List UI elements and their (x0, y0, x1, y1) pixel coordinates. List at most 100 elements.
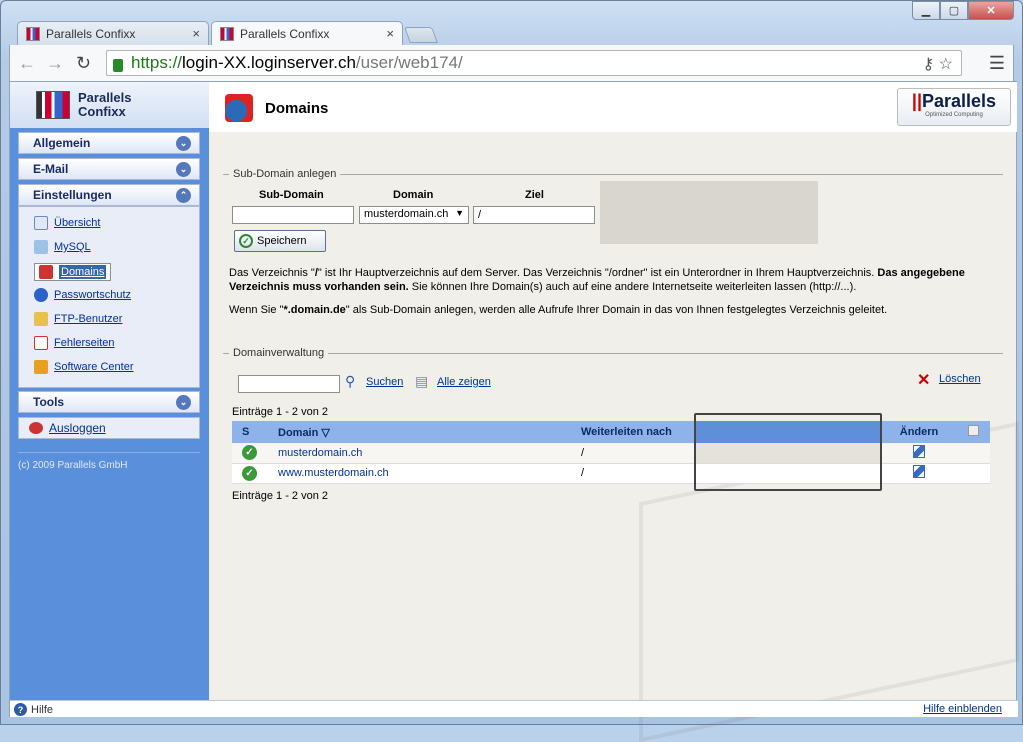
col-forward-label[interactable]: Weiterleiten nach (581, 426, 672, 438)
sidebar-item-domains[interactable]: Domains (34, 263, 112, 281)
domain-link[interactable]: musterdomain.ch (278, 447, 362, 459)
domain-link[interactable]: www.musterdomain.ch (278, 467, 389, 479)
tab-title: Parallels Confixx (240, 26, 330, 41)
col-domain-label[interactable]: Domain (278, 427, 318, 439)
search-link[interactable]: Suchen (366, 376, 403, 388)
secure-lock-icon (113, 58, 123, 72)
chevron-up-icon[interactable]: ⌃ (176, 188, 191, 203)
sidebar-item-software-center[interactable]: Software Center (34, 359, 133, 375)
domain-cell: musterdomain.ch (278, 443, 581, 464)
sidebar-item-label[interactable]: FTP-Benutzer (54, 313, 122, 325)
sort-desc-icon[interactable]: ▽ (321, 427, 329, 439)
edit-cell (882, 463, 956, 484)
maximize-button[interactable]: ▢ (940, 1, 968, 20)
section-tools[interactable]: Tools ⌄ (18, 391, 200, 413)
search-input[interactable] (238, 375, 340, 393)
sidebar-item-label[interactable]: Fehlerseiten (54, 337, 115, 349)
section-einstellungen[interactable]: Einstellungen ⌃ (18, 184, 200, 206)
select-cell (956, 443, 990, 464)
col-status-label[interactable]: S (242, 426, 249, 438)
sidebar-item-label[interactable]: Passwortschutz (54, 289, 131, 301)
domainverwaltung-fieldset: Domainverwaltung (223, 347, 1003, 359)
edit-icon[interactable] (913, 444, 925, 458)
chevron-down-icon[interactable]: ⌄ (176, 136, 191, 151)
back-arrow-icon[interactable]: ← (18, 53, 36, 74)
section-label: Tools (33, 395, 65, 409)
forward-cell: / (581, 443, 695, 464)
forward-arrow-icon[interactable]: → (46, 53, 64, 74)
sidebar-item-label[interactable]: Übersicht (54, 217, 100, 229)
status-cell: ✓ (232, 443, 278, 464)
section-label: Allgemein (33, 136, 91, 150)
col-select-all[interactable] (956, 421, 990, 443)
sidebar-item-ftp-benutzer[interactable]: FTP-Benutzer (34, 311, 122, 327)
show-help-link[interactable]: Hilfe einblenden (923, 703, 1002, 715)
col-status[interactable]: S (232, 421, 278, 443)
sidebar-item-label[interactable]: Software Center (54, 361, 133, 373)
sidebar-item-uebersicht[interactable]: Übersicht (34, 215, 100, 231)
key-and-star-icons[interactable]: ⚷ ☆ (922, 54, 953, 74)
address-bar[interactable]: https:// login-XX.loginserver.ch /user/w… (106, 50, 962, 76)
close-tab-icon[interactable]: × (192, 26, 200, 41)
overview-icon (34, 216, 48, 230)
show-all-icon[interactable]: ▤ (415, 373, 428, 390)
sidebar: Parallels Confixx Allgemein ⌄ E-Mail ⌄ E… (10, 82, 209, 700)
logout-item[interactable]: Ausloggen (18, 417, 200, 439)
chevron-down-icon[interactable]: ⌄ (176, 162, 191, 177)
confixx-favicon-icon (220, 26, 234, 41)
sidebar-item-label[interactable]: MySQL (54, 241, 91, 253)
logo-line1: Parallels (78, 90, 132, 105)
section-label: Einstellungen (33, 188, 112, 202)
close-tab-icon[interactable]: × (386, 26, 394, 41)
section-allgemein[interactable]: Allgemein ⌄ (18, 132, 200, 154)
sidebar-item-passwortschutz[interactable]: Passwortschutz (34, 287, 131, 303)
logout-link[interactable]: Ausloggen (49, 421, 106, 435)
checkmark-icon: ✓ (239, 234, 253, 248)
sidebar-item-mysql[interactable]: MySQL (34, 239, 91, 255)
parallels-logo: ||Parallels Optimized Computing (897, 88, 1011, 126)
page-content: Parallels Confixx Allgemein ⌄ E-Mail ⌄ E… (9, 81, 1019, 742)
delete-link[interactable]: Löschen (939, 373, 981, 385)
info-text-directory: Das Verzeichnis "/" ist Ihr Hauptverzeic… (229, 267, 965, 293)
section-email[interactable]: E-Mail ⌄ (18, 158, 200, 180)
col-domain-label: Domain (393, 189, 434, 201)
domain-select[interactable]: musterdomain.ch ▼ (359, 206, 469, 224)
minimize-button[interactable]: ▁ (912, 1, 940, 20)
delete-icon[interactable]: ✕ (917, 370, 930, 390)
sidebar-item-fehlerseiten[interactable]: Fehlerseiten (34, 335, 115, 351)
show-all-link[interactable]: Alle zeigen (437, 376, 491, 388)
select-all-checkbox[interactable] (967, 425, 979, 436)
new-tab-button[interactable] (404, 27, 438, 43)
info-text-wildcard: Wenn Sie "*.domain.de" als Sub-Domain an… (229, 304, 888, 316)
subdomain-legend: Sub-Domain anlegen (233, 168, 337, 180)
subdomain-input[interactable] (232, 206, 354, 224)
save-button[interactable]: ✓ Speichern (234, 230, 326, 252)
browser-tab-1[interactable]: Parallels Confixx × (17, 21, 209, 45)
col-forward[interactable]: Weiterleiten nach (581, 421, 695, 443)
reload-icon[interactable]: ↻ (76, 53, 91, 74)
status-ok-icon: ✓ (242, 445, 257, 461)
col-domain[interactable]: Domain ▽ (278, 421, 581, 443)
edit-icon[interactable] (913, 465, 925, 478)
select-cell (956, 463, 990, 484)
sidebar-item-label[interactable]: Domains (59, 265, 107, 279)
chevron-down-icon[interactable]: ⌄ (176, 395, 191, 410)
help-icon[interactable]: ? (14, 703, 27, 716)
tab-strip: Parallels Confixx × Parallels Confixx × (17, 21, 438, 45)
entry-count-bottom: Einträge 1 - 2 von 2 (232, 490, 329, 502)
logo-line2: Confixx (78, 104, 126, 119)
close-window-button[interactable]: ✕ (968, 1, 1014, 20)
confixx-logo: Parallels Confixx (10, 82, 209, 128)
forward-cell: / (581, 463, 695, 484)
help-label[interactable]: Hilfe (31, 704, 53, 716)
highlight-box (694, 413, 882, 491)
einstellungen-panel: Übersicht MySQL Domains Passwortschutz F… (18, 206, 200, 388)
confixx-logo-icon (36, 91, 70, 119)
search-icon[interactable]: ⚲ (345, 373, 355, 390)
help-item[interactable]: ? Hilfe (14, 703, 53, 716)
ziel-input[interactable] (473, 206, 595, 224)
mysql-icon (34, 240, 48, 254)
browser-tab-2[interactable]: Parallels Confixx × (211, 21, 403, 45)
menu-icon[interactable]: ☰ (989, 53, 1005, 74)
tab-title: Parallels Confixx (46, 26, 136, 41)
